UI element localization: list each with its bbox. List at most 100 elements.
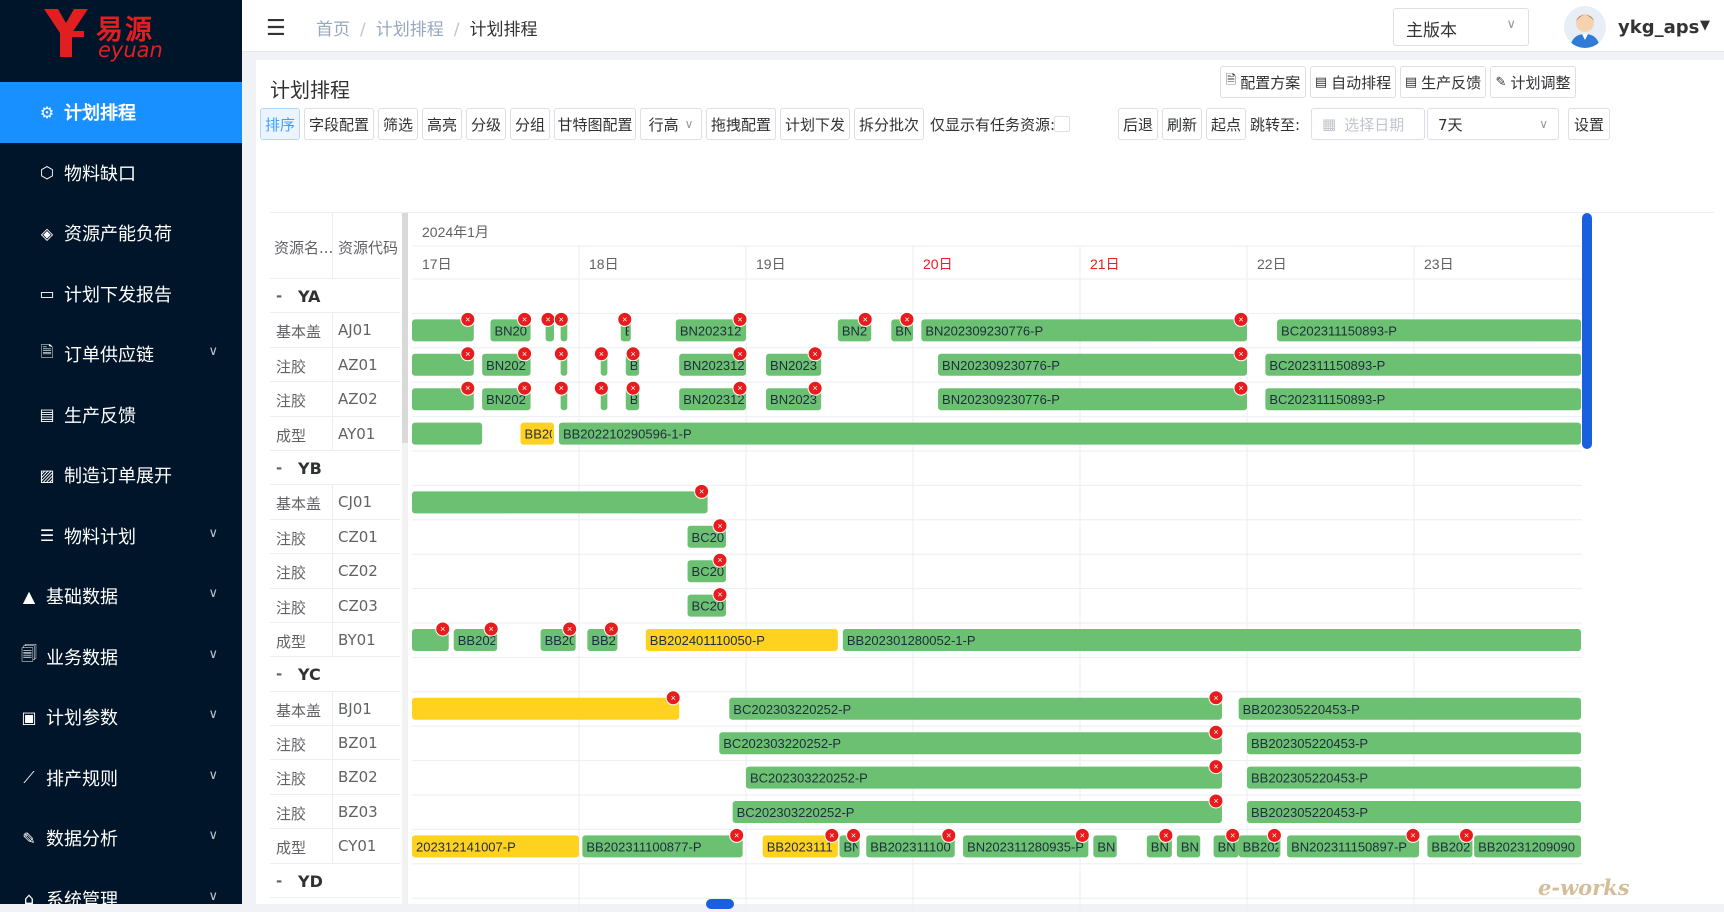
sidebar-item-13[interactable]: ⌂ 系统管理 ∨ [0, 869, 242, 905]
alert-marker-glyph: × [737, 349, 742, 359]
resource-row[interactable]: 注胶 CZ01 [270, 519, 400, 555]
sidebar-item-7[interactable]: ☰ 物料计划 ∨ [0, 506, 242, 567]
panel-title: 计划排程 [270, 78, 350, 102]
resource-row[interactable]: 基本盖 AJ01 [270, 313, 400, 348]
sidebar-item-12[interactable]: ✎ 数据分析 ∨ [0, 808, 242, 869]
task-bar[interactable] [558, 422, 1581, 445]
date-picker[interactable]: ▦ 选择日期 [1311, 108, 1425, 140]
alert-marker-glyph: × [1230, 830, 1235, 840]
task-bar[interactable] [412, 697, 680, 720]
breadcrumb-home[interactable]: 首页 [316, 20, 350, 40]
hamburger-menu-icon[interactable]: ☰ [266, 16, 286, 41]
resource-row[interactable]: 注胶 CZ02 [270, 554, 400, 589]
breadcrumb-plan[interactable]: 计划排程 [376, 20, 444, 40]
drag-config-button[interactable]: 拖拽配置 [706, 108, 776, 140]
column-resource-name[interactable]: 资源名... [274, 237, 333, 258]
gantt-config-button[interactable]: 甘特图配置 [554, 108, 636, 140]
resource-code: BZ03 [338, 802, 378, 821]
cell-divider [332, 760, 333, 795]
group-row[interactable]: - YB [270, 451, 400, 486]
plan-adjust-button[interactable]: ✎ 计划调整 [1490, 66, 1576, 98]
resource-code: BJ01 [338, 699, 372, 718]
plan-release-button[interactable]: 计划下发 [780, 108, 850, 140]
group-label: YB [298, 458, 322, 478]
group-button[interactable]: 分组 [510, 108, 550, 140]
back-button[interactable]: 后退 [1118, 108, 1158, 140]
resource-row[interactable]: 成型 BY01 [270, 622, 400, 658]
alert-marker-glyph: × [813, 349, 818, 359]
resource-row[interactable]: 注胶 BZ03 [270, 794, 400, 830]
data-icon: 🗐 [21, 644, 37, 664]
horizontal-scrollbar[interactable] [706, 899, 734, 909]
sidebar-item-10[interactable]: ▣ 计划参数 ∨ [0, 687, 242, 748]
jump-to-label: 跳转至: [1250, 116, 1301, 134]
origin-button[interactable]: 起点 [1206, 108, 1246, 140]
cell-divider [332, 347, 333, 382]
resource-row[interactable]: 注胶 BZ01 [270, 726, 400, 761]
task-bar[interactable] [412, 491, 708, 514]
task-label: BN202312 [683, 358, 744, 373]
resource-row[interactable]: 注胶 AZ01 [270, 347, 400, 383]
group-row[interactable]: - YA [270, 279, 400, 314]
cell-divider [332, 554, 333, 589]
chevron-down-icon: ∨ [208, 525, 218, 541]
username[interactable]: ykg_aps [1618, 17, 1699, 38]
alert-marker-glyph: × [567, 624, 572, 634]
task-label: BB202305220453-P [1243, 702, 1360, 717]
resource-row[interactable]: 注胶 AZ02 [270, 382, 400, 417]
caret-down-icon[interactable]: ▼ [1700, 18, 1710, 33]
pencil-icon: ✎ [1495, 74, 1507, 90]
split-batch-button[interactable]: 拆分批次 [854, 108, 924, 140]
task-bar[interactable] [412, 422, 483, 445]
refresh-button[interactable]: 刷新 [1162, 108, 1202, 140]
alert-marker-glyph: × [851, 830, 856, 840]
vertical-scrollbar[interactable] [1582, 213, 1592, 449]
left-scrollbar-thumb[interactable] [402, 213, 408, 443]
settings-button[interactable]: 设置 [1568, 108, 1610, 140]
sidebar-item-2[interactable]: ◈ 资源产能负荷 [0, 203, 242, 264]
day-label: 17日 [422, 256, 452, 272]
resource-row[interactable]: 成型 AY01 [270, 416, 400, 451]
sidebar-item-label: 制造订单展开 [64, 466, 172, 488]
sidebar-item-11[interactable]: ⟋ 排产规则 ∨ [0, 748, 242, 809]
triangle-icon: ▲ [22, 586, 36, 606]
filter-button[interactable]: 筛选 [378, 108, 418, 140]
resource-row[interactable]: 注胶 BZ02 [270, 760, 400, 795]
resource-row[interactable]: 基本盖 BJ01 [270, 691, 400, 727]
column-resource-code[interactable]: 资源代码 [338, 237, 398, 258]
day-label: 20日 [923, 256, 953, 272]
config-scheme-button[interactable]: 🗎 配置方案 [1220, 66, 1306, 98]
sidebar-item-9[interactable]: 🗐 业务数据 ∨ [0, 627, 242, 688]
sidebar: 易源 eyuan ⚙ 计划排程 ⬡ 物料缺口 ◈ 资源产能负荷 ▭ 计划下发报告 🗎 订单供应链 ∨… [0, 0, 242, 904]
auto-schedule-button[interactable]: ▤ 自动排程 [1310, 66, 1396, 98]
group-row[interactable]: - YD [270, 864, 400, 899]
grade-button[interactable]: 分级 [466, 108, 506, 140]
chevron-down-icon: ∨ [208, 646, 218, 662]
sidebar-item-4[interactable]: 🗎 订单供应链 ∨ [0, 324, 242, 385]
sidebar-item-5[interactable]: ▤ 生产反馈 [0, 385, 242, 446]
range-select[interactable]: 7天 ∨ [1427, 108, 1559, 140]
resource-row[interactable]: 基本盖 CJ01 [270, 485, 400, 520]
field-config-button[interactable]: 字段配置 [304, 108, 374, 140]
row-height-select[interactable]: 行高 ∨ [640, 108, 702, 140]
version-select[interactable]: 主版本 ∨ [1393, 8, 1529, 46]
alert-marker-glyph: × [813, 383, 818, 393]
layers-icon: ◈ [40, 223, 54, 243]
resource-row[interactable]: 成型 CY01 [270, 829, 400, 864]
sidebar-item-6[interactable]: ▨ 制造订单展开 [0, 445, 242, 506]
sidebar-item-0[interactable]: ⚙ 计划排程 [0, 82, 242, 143]
avatar[interactable] [1564, 6, 1606, 48]
highlight-button[interactable]: 高亮 [422, 108, 462, 140]
sort-button[interactable]: 排序 [260, 108, 300, 140]
sidebar-item-3[interactable]: ▭ 计划下发报告 [0, 264, 242, 325]
resource-code: BY01 [338, 630, 376, 649]
production-feedback-button[interactable]: ▤ 生产反馈 [1400, 66, 1486, 98]
alert-marker-glyph: × [599, 383, 604, 393]
sidebar-item-1[interactable]: ⬡ 物料缺口 [0, 143, 242, 204]
cell-divider [332, 485, 333, 520]
task-label: BB202305220453-P [1251, 805, 1368, 820]
resource-row[interactable]: 注胶 CZ03 [270, 588, 400, 623]
only-task-resource-checkbox[interactable] [1054, 116, 1070, 132]
group-row[interactable]: - YC [270, 657, 400, 692]
sidebar-item-8[interactable]: ▲ 基础数据 ∨ [0, 566, 242, 627]
